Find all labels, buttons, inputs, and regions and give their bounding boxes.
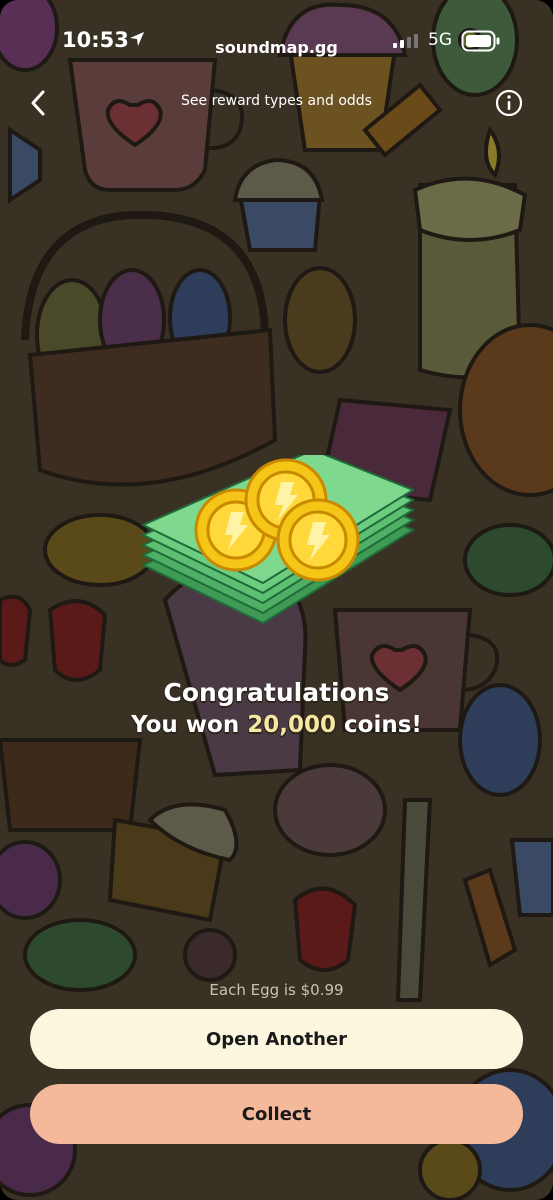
win-message: You won 20,000 coins! bbox=[0, 712, 553, 738]
status-bar: 10:53 soundmap.gg 5G bbox=[0, 0, 553, 80]
reward-odds-link[interactable]: See reward types and odds bbox=[0, 93, 553, 109]
open-another-label: Open Another bbox=[205, 1028, 348, 1050]
collect-label: Collect bbox=[241, 1103, 312, 1125]
collect-button[interactable]: Collect bbox=[30, 1084, 523, 1144]
top-navigation: See reward types and odds bbox=[0, 80, 553, 124]
win-message-suffix: coins! bbox=[336, 712, 422, 738]
money-coins-icon bbox=[140, 455, 416, 625]
open-another-button[interactable]: Open Another bbox=[30, 1009, 523, 1069]
egg-price-note: Each Egg is $0.99 bbox=[209, 981, 344, 999]
battery-icon bbox=[461, 30, 500, 52]
congratulations-title: Congratulations bbox=[163, 678, 390, 707]
status-network: 5G bbox=[428, 30, 452, 50]
win-message-prefix: You won bbox=[131, 712, 248, 738]
screen: 10:53 soundmap.gg 5G See reward types an… bbox=[0, 0, 553, 1200]
signal-icon bbox=[393, 34, 418, 48]
info-icon[interactable] bbox=[495, 89, 523, 117]
win-amount: 20,000 bbox=[247, 712, 337, 738]
